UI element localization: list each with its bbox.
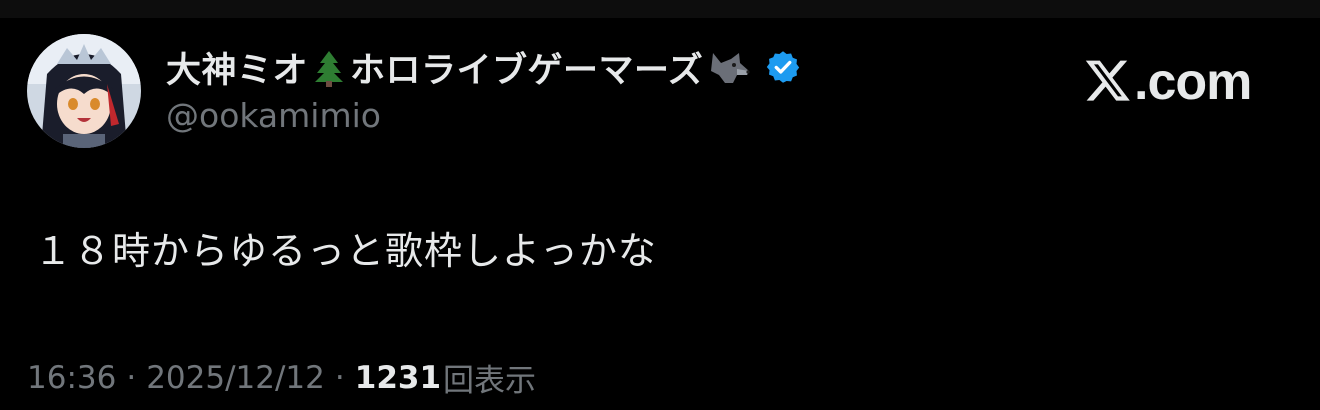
author-name-part1: 大神ミオ bbox=[166, 51, 309, 92]
author-handle[interactable]: @ookamimio bbox=[166, 96, 381, 135]
author-name-row[interactable]: 大神ミオ ホロライブゲーマーズ bbox=[166, 44, 801, 94]
post-time[interactable]: 16:36 bbox=[27, 360, 116, 396]
post-date[interactable]: 2025/12/12 bbox=[146, 360, 325, 396]
views-count[interactable]: 1231 bbox=[355, 360, 441, 396]
verified-badge-icon bbox=[765, 49, 801, 89]
avatar[interactable] bbox=[27, 34, 141, 148]
avatar-image bbox=[27, 34, 141, 148]
top-strip bbox=[0, 0, 1320, 18]
meta-separator: · bbox=[126, 359, 137, 396]
x-logo-icon bbox=[1084, 56, 1132, 108]
post-meta: 16:36 · 2025/12/12 · 1231 回表示 bbox=[27, 355, 536, 400]
author-name-part2: ホロライブゲーマーズ bbox=[350, 51, 704, 92]
post-text: １８時からゆるっと歌枠しよっかな bbox=[34, 229, 657, 273]
site-domain: .com bbox=[1134, 53, 1252, 111]
author-display-name[interactable]: 大神ミオ ホロライブゲーマーズ bbox=[166, 42, 755, 96]
site-logo[interactable]: .com bbox=[1084, 52, 1252, 112]
meta-separator: · bbox=[334, 359, 345, 396]
evergreen-tree-icon bbox=[312, 49, 346, 96]
wolf-icon bbox=[707, 49, 751, 96]
views-label: 回表示 bbox=[443, 363, 537, 399]
